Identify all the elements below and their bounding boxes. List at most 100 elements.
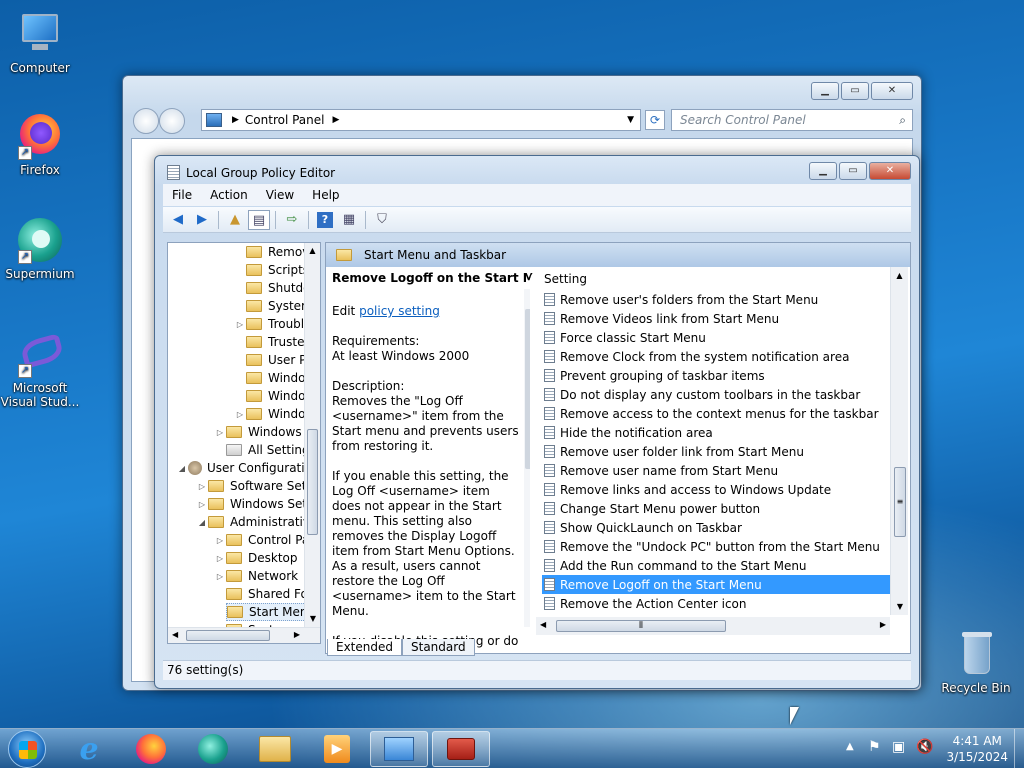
list-item[interactable]: Remove user name from Start Menu bbox=[542, 461, 890, 480]
taskbar-control-panel[interactable] bbox=[370, 731, 428, 767]
tree-item[interactable]: ▷ Windows C bbox=[214, 423, 314, 441]
taskbar-firefox[interactable] bbox=[122, 731, 180, 767]
tree-item[interactable]: Truste bbox=[246, 333, 304, 351]
scrollbar-thumb[interactable] bbox=[186, 630, 270, 641]
tree-horizontal-scrollbar[interactable]: ◀ ▶ bbox=[168, 627, 320, 643]
tree-item-selected[interactable]: Start Menu bbox=[226, 603, 317, 621]
volume-muted-icon[interactable]: 🔇 bbox=[916, 739, 933, 755]
list-item-selected[interactable]: Remove Logoff on the Start Menu bbox=[542, 575, 890, 594]
forward-arrow-icon[interactable]: ▶ bbox=[191, 210, 213, 230]
back-button[interactable] bbox=[133, 108, 159, 134]
list-horizontal-scrollbar[interactable]: ◀ ⦀ ▶ bbox=[536, 617, 890, 635]
action-center-flag-icon[interactable]: ⚑ bbox=[868, 739, 881, 755]
list-item[interactable]: Remove the "Undock PC" button from the S… bbox=[542, 537, 890, 556]
list-item[interactable]: Prevent grouping of taskbar items bbox=[542, 366, 890, 385]
scroll-down-arrow[interactable]: ▼ bbox=[891, 599, 909, 615]
scroll-right-arrow[interactable]: ▶ bbox=[880, 620, 886, 629]
breadcrumb[interactable]: Control Panel bbox=[245, 113, 325, 127]
scroll-left-arrow[interactable]: ◀ bbox=[172, 630, 178, 639]
minimize-button[interactable]: ▁ bbox=[811, 82, 839, 100]
start-button[interactable] bbox=[8, 730, 46, 768]
collapse-icon[interactable]: ◢ bbox=[196, 518, 208, 527]
scrollbar-thumb[interactable]: ⦀ bbox=[556, 620, 726, 632]
up-folder-icon[interactable]: ▲ bbox=[224, 210, 246, 230]
expand-icon[interactable]: ▷ bbox=[234, 410, 246, 419]
tree-item[interactable]: ▷ Windo bbox=[234, 405, 306, 423]
tree-item[interactable]: Shutdo bbox=[246, 279, 311, 297]
tree-item[interactable]: All Setting bbox=[226, 441, 310, 459]
tree-item[interactable]: ◢ Administrative bbox=[196, 513, 317, 531]
list-item[interactable]: Remove user folder link from Start Menu bbox=[542, 442, 890, 461]
minimize-button[interactable]: ▁ bbox=[809, 162, 837, 180]
tree-item[interactable]: ▷ Desktop bbox=[214, 549, 298, 567]
expand-icon[interactable]: ▷ bbox=[234, 320, 246, 329]
tab-standard[interactable]: Standard bbox=[402, 639, 475, 656]
list-item[interactable]: Change Start Menu power button bbox=[542, 499, 890, 518]
list-item[interactable]: Remove user's folders from the Start Men… bbox=[542, 290, 890, 309]
maximize-button[interactable]: ▭ bbox=[841, 82, 869, 100]
scroll-right-arrow[interactable]: ▶ bbox=[294, 630, 300, 639]
tab-extended[interactable]: Extended bbox=[327, 639, 402, 656]
clock[interactable]: 4:41 AM 3/15/2024 bbox=[946, 733, 1008, 765]
export-list-icon[interactable]: ⇨ bbox=[281, 210, 303, 230]
filter-icon[interactable]: ⛉ bbox=[371, 210, 393, 230]
tree-pane[interactable]: Remov Scripts Shutdo System ▷ Troubl Trus… bbox=[167, 242, 321, 644]
list-item[interactable]: Hide the notification area bbox=[542, 423, 890, 442]
help-icon[interactable]: ? bbox=[317, 211, 333, 228]
menu-file[interactable]: File bbox=[163, 188, 201, 202]
desktop-icon-recycle-bin[interactable]: Recycle Bin bbox=[936, 630, 1016, 695]
taskbar-media-player[interactable]: ▶ bbox=[308, 731, 366, 767]
group-policy-editor-window[interactable]: Local Group Policy Editor ▁ ▭ ✕ File Act… bbox=[154, 155, 920, 689]
desktop-icon-supermium[interactable]: ↗ Supermium bbox=[0, 216, 80, 281]
list-vertical-scrollbar[interactable]: ▲ ≡ ▼ bbox=[890, 267, 908, 615]
network-icon[interactable]: ▣ bbox=[892, 739, 905, 755]
list-item[interactable]: Remove Clock from the system notificatio… bbox=[542, 347, 890, 366]
list-item[interactable]: Force classic Start Menu bbox=[542, 328, 890, 347]
tree-item[interactable]: ▷ Troubl bbox=[234, 315, 304, 333]
list-item[interactable]: Add the Run command to the Start Menu bbox=[542, 556, 890, 575]
list-item[interactable]: Do not display any custom toolbars in th… bbox=[542, 385, 890, 404]
tree-item[interactable]: Scripts bbox=[246, 261, 309, 279]
menu-help[interactable]: Help bbox=[303, 188, 348, 202]
expand-icon[interactable]: ▷ bbox=[214, 554, 226, 563]
expand-icon[interactable]: ▷ bbox=[196, 500, 208, 509]
tree-item[interactable]: Windo bbox=[246, 387, 306, 405]
show-hidden-icons-button[interactable]: ▲ bbox=[846, 741, 854, 752]
list-item[interactable]: Remove access to the context menus for t… bbox=[542, 404, 890, 423]
tree-vertical-scrollbar[interactable]: ▲ ▼ bbox=[304, 243, 320, 627]
search-input[interactable]: Search Control Panel ⌕ bbox=[671, 109, 913, 131]
tree-item[interactable]: User Pr bbox=[246, 351, 311, 369]
tree-item[interactable]: ▷ Network bbox=[214, 567, 298, 585]
collapse-icon[interactable]: ◢ bbox=[176, 464, 188, 473]
taskbar-group-policy[interactable] bbox=[432, 731, 490, 767]
menu-action[interactable]: Action bbox=[201, 188, 257, 202]
list-item[interactable]: Remove Videos link from Start Menu bbox=[542, 309, 890, 328]
scrollbar-thumb[interactable]: ≡ bbox=[894, 467, 906, 537]
show-desktop-button[interactable] bbox=[1014, 729, 1024, 768]
maximize-button[interactable]: ▭ bbox=[839, 162, 867, 180]
scrollbar-thumb[interactable] bbox=[307, 429, 318, 535]
tree-item[interactable]: Windo bbox=[246, 369, 306, 387]
properties-icon[interactable]: ▦ bbox=[338, 210, 360, 230]
expand-icon[interactable]: ▷ bbox=[214, 572, 226, 581]
scroll-down-arrow[interactable]: ▼ bbox=[305, 611, 320, 627]
tree-item[interactable]: Shared Fol bbox=[226, 585, 311, 603]
tree-item[interactable]: ▷ Windows Sett bbox=[196, 495, 312, 513]
desktop-icon-firefox[interactable]: ↗ Firefox bbox=[0, 112, 80, 177]
taskbar-supermium[interactable] bbox=[184, 731, 242, 767]
close-button[interactable]: ✕ bbox=[871, 82, 913, 100]
expand-icon[interactable]: ▷ bbox=[196, 482, 208, 491]
chevron-down-icon[interactable]: ▼ bbox=[627, 115, 634, 125]
close-button[interactable]: ✕ bbox=[869, 162, 911, 180]
scroll-left-arrow[interactable]: ◀ bbox=[540, 620, 546, 629]
expand-icon[interactable]: ▷ bbox=[214, 428, 226, 437]
tree-item[interactable]: System bbox=[246, 297, 313, 315]
tree-item[interactable]: ▷ Software Setti bbox=[196, 477, 315, 495]
address-bar[interactable]: ▶ Control Panel ▶ ▼ bbox=[201, 109, 641, 131]
forward-button[interactable] bbox=[159, 108, 185, 134]
show-hide-tree-icon[interactable]: ▤ bbox=[248, 209, 270, 230]
taskbar-ie[interactable]: e bbox=[60, 731, 118, 767]
scroll-up-arrow[interactable]: ▲ bbox=[305, 243, 320, 259]
taskbar-explorer[interactable] bbox=[246, 731, 304, 767]
menu-view[interactable]: View bbox=[257, 188, 303, 202]
